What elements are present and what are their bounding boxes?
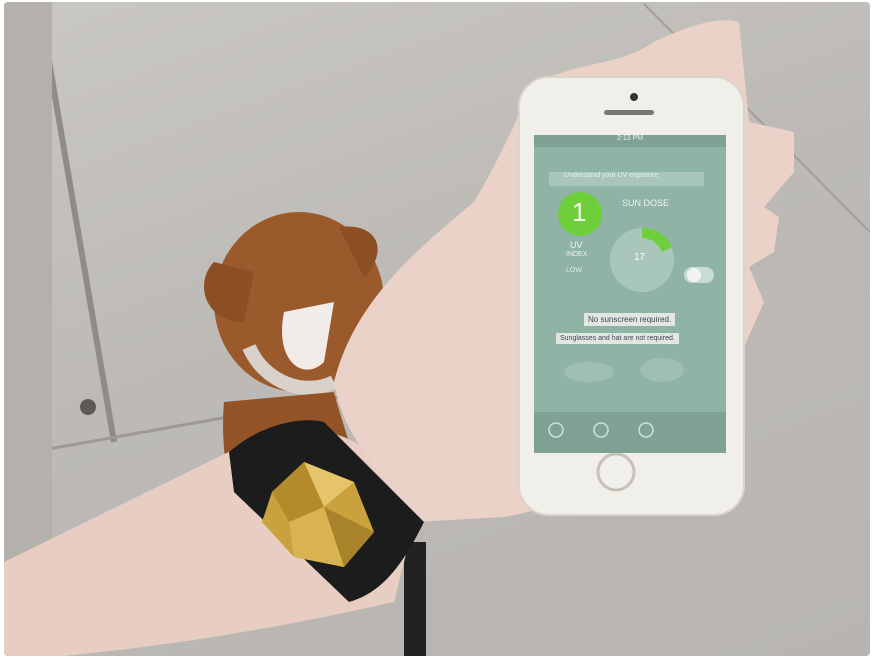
status-time: 2:13 PM <box>617 135 644 142</box>
phone-speaker <box>604 110 654 115</box>
sidewalk-seam <box>41 31 117 443</box>
photo: 2:13 PM Understand your UV exposure 1 UV… <box>4 2 870 656</box>
sun-dose-label: SUN DOSE <box>622 198 670 208</box>
sunglasses-label: Sunglasses and hat are not required. <box>556 333 679 344</box>
no-sunscreen-label: No sunscreen required. <box>584 313 676 326</box>
sun-dose-value: 17 <box>634 252 646 263</box>
phone-camera <box>630 93 638 101</box>
banner-text[interactable]: Understand your UV exposure <box>564 172 658 179</box>
sunglasses-icon <box>564 362 614 382</box>
uv-label: UV <box>570 240 583 250</box>
hat-icon <box>640 358 684 382</box>
uv-index-label: INDEX <box>566 251 588 258</box>
stain <box>80 399 96 415</box>
uv-badge: LOW <box>566 267 582 274</box>
scene <box>4 2 870 656</box>
toggle-knob[interactable] <box>687 268 701 282</box>
uv-value: 1 <box>572 197 587 227</box>
